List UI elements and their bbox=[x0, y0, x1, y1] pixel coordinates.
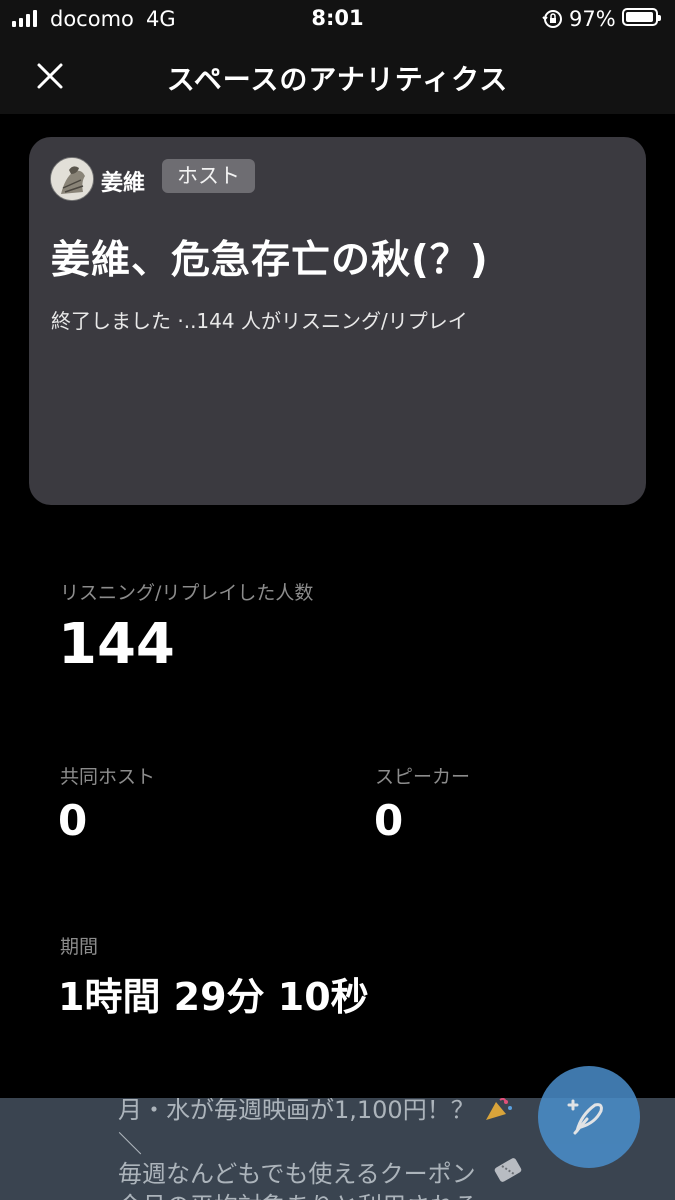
battery-icon bbox=[622, 8, 661, 26]
listeners-label: リスニング/リプレイした人数 bbox=[60, 582, 314, 604]
cohosts-value: 0 bbox=[58, 796, 88, 845]
avatar-image bbox=[51, 158, 93, 200]
rotation-lock-icon bbox=[542, 10, 562, 28]
background-tweet-line: 毎週なんどもでも使えるクーポン bbox=[118, 1160, 476, 1188]
party-popper-icon bbox=[486, 1098, 512, 1120]
compose-tweet-button[interactable] bbox=[538, 1066, 640, 1168]
space-title: 姜維、危急存亡の秋(？) bbox=[51, 238, 489, 283]
status-bar: docomo 4G 8:01 97% bbox=[0, 0, 675, 38]
analytics-screen: docomo 4G 8:01 97% スペースのアナリティクス 姜維 ホスト 姜… bbox=[0, 0, 675, 1200]
compose-feather-icon bbox=[567, 1099, 603, 1135]
speakers-value: 0 bbox=[374, 796, 404, 845]
background-tweet-line: 今月の平均対象ありと利用される bbox=[118, 1186, 478, 1200]
duration-label: 期間 bbox=[60, 936, 99, 958]
background-tweet-line: 月・水が毎週映画が1,100円！？ bbox=[118, 1098, 475, 1124]
cohosts-label: 共同ホスト bbox=[60, 766, 156, 788]
listeners-value: 144 bbox=[58, 612, 175, 677]
speakers-label: スピーカー bbox=[375, 766, 471, 788]
host-badge: ホスト bbox=[162, 159, 255, 193]
ticket-icon bbox=[494, 1158, 522, 1182]
avatar[interactable] bbox=[50, 157, 94, 201]
page-title: スペースのアナリティクス bbox=[166, 63, 509, 96]
battery-percent: 97% bbox=[569, 7, 616, 31]
host-name: 姜維 bbox=[101, 171, 146, 196]
nav-header: スペースのアナリティクス bbox=[0, 38, 675, 114]
duration-value: 1時間 29分 10秒 bbox=[58, 975, 369, 1019]
space-card[interactable]: 姜維 ホスト 姜維、危急存亡の秋(？) 終了しました ·..144 人がリスニン… bbox=[29, 137, 646, 505]
space-status: 終了しました ·..144 人がリスニング/リプレイ bbox=[51, 309, 468, 333]
